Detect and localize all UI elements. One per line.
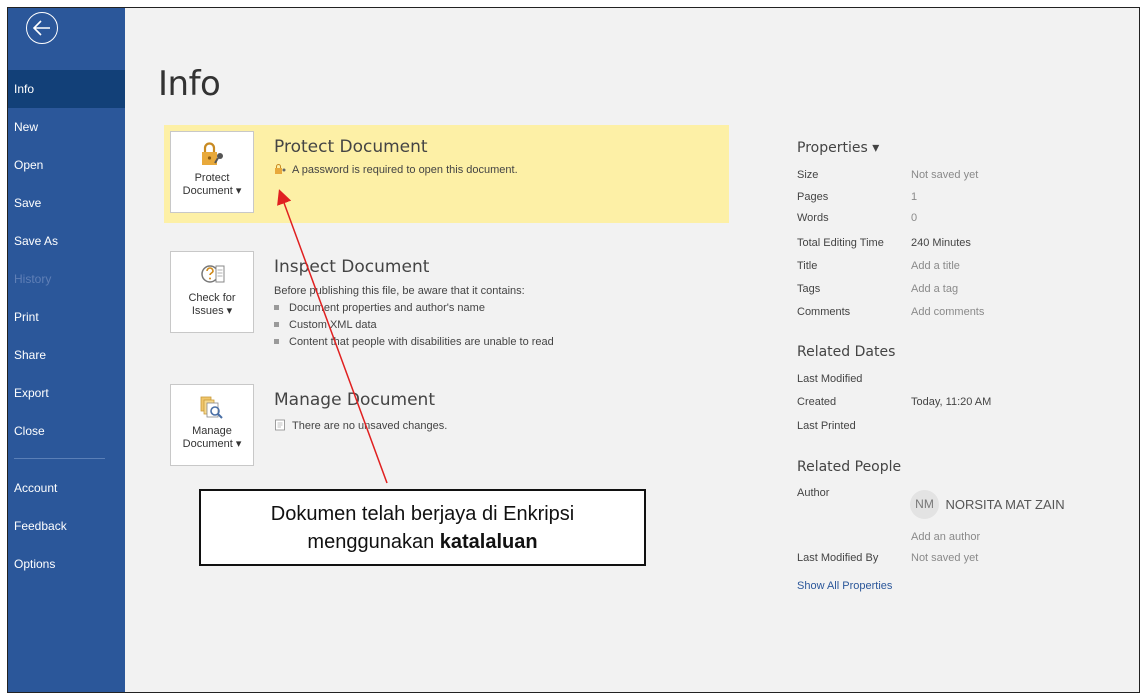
prop-key: Author [797, 487, 830, 499]
prop-value: Today, 11:20 AM [911, 396, 992, 408]
author-chip[interactable]: NM NORSITA MAT ZAIN [910, 490, 1065, 519]
callout-line-2: menggunakan katalaluan [201, 528, 644, 556]
nav-export[interactable]: Export [8, 374, 125, 412]
backstage-window: Info New Open Save Save As History Print… [7, 7, 1140, 693]
related-people-header: Related People [797, 459, 902, 475]
lock-key-icon [202, 142, 223, 165]
backstage-sidebar: Info New Open Save Save As History Print… [8, 8, 125, 692]
nav-open[interactable]: Open [8, 146, 125, 184]
prop-value: 240 Minutes [911, 237, 971, 249]
prop-key: Created [797, 396, 837, 408]
protect-button-label-1: Protect [194, 172, 230, 184]
nav-save[interactable]: Save [8, 184, 125, 222]
prop-key: Words [797, 212, 829, 224]
add-author-field[interactable]: Add an author [911, 531, 980, 543]
inspect-bullet: Document properties and author's name [274, 302, 485, 314]
avatar: NM [910, 490, 939, 519]
manage-document-button[interactable]: Manage Document ▾ [170, 384, 254, 466]
callout-line-1: Dokumen telah berjaya di Enkripsi [270, 503, 575, 525]
inspect-title: Inspect Document [274, 257, 430, 277]
show-all-properties-link[interactable]: Show All Properties [797, 580, 892, 592]
manage-button-label-2: Document ▾ [182, 438, 242, 450]
protect-button-label-2: Document ▾ [182, 185, 242, 197]
protect-document-button[interactable]: Protect Document ▾ [170, 131, 254, 213]
callout-line-2-prefix: menggunakan [307, 531, 440, 553]
protect-document-section: Protect Document ▾ Protect Document A pa… [164, 125, 729, 223]
manage-status-text: There are no unsaved changes. [292, 420, 448, 432]
callout-line-2-bold: katalaluan [439, 531, 538, 553]
inspect-bullet: Custom XML data [274, 319, 377, 331]
prop-key: Tags [797, 283, 821, 295]
nav-new[interactable]: New [8, 108, 125, 146]
back-button[interactable] [26, 12, 58, 44]
prop-key: Comments [797, 306, 851, 318]
nav-info[interactable]: Info [8, 70, 125, 108]
manage-button-label-1: Manage [192, 425, 232, 437]
nav-save-as[interactable]: Save As [8, 222, 125, 260]
lock-key-small-icon [275, 164, 286, 174]
prop-value: Not saved yet [911, 169, 979, 181]
back-arrow-icon [33, 20, 50, 36]
nav-history: History [14, 272, 52, 286]
manage-document-section: Manage Document ▾ Manage Document There … [164, 378, 729, 476]
nav-divider [14, 458, 105, 459]
inspect-button-label-2: Issues ▾ [191, 305, 233, 317]
inspect-document-icon [201, 265, 225, 283]
author-name: NORSITA MAT ZAIN [945, 497, 1065, 512]
nav-print[interactable]: Print [8, 298, 125, 336]
prop-value: 1 [911, 191, 918, 203]
backstage-nav: Info New Open Save Save As History Print… [8, 70, 125, 583]
inspect-bullet: Content that people with disabilities ar… [274, 336, 554, 348]
add-tag-field[interactable]: Add a tag [911, 283, 958, 295]
info-pane: Info Protect Document ▾ Protect Document [125, 8, 1139, 692]
prop-key: Title [797, 260, 818, 272]
nav-share[interactable]: Share [8, 336, 125, 374]
prop-value: 0 [911, 212, 918, 224]
prop-value: Not saved yet [911, 552, 979, 564]
protect-status-text: A password is required to open this docu… [292, 164, 518, 176]
manage-status: There are no unsaved changes. [274, 419, 447, 432]
prop-key: Last Modified By [797, 552, 879, 564]
inspect-document-section: Check for Issues ▾ Inspect Document Befo… [164, 245, 729, 348]
prop-key: Pages [797, 191, 829, 203]
inspect-description: Before publishing this file, be aware th… [274, 285, 525, 297]
manage-title: Manage Document [274, 390, 436, 410]
page-title: Info [158, 64, 221, 104]
prop-key: Last Printed [797, 420, 856, 432]
protect-status: A password is required to open this docu… [274, 163, 518, 176]
nav-account[interactable]: Account [8, 469, 125, 507]
nav-options[interactable]: Options [8, 545, 125, 583]
inspect-button-label-1: Check for [188, 292, 236, 304]
check-for-issues-button[interactable]: Check for Issues ▾ [170, 251, 254, 333]
properties-dropdown[interactable]: Properties ▾ [797, 140, 879, 156]
related-dates-header: Related Dates [797, 344, 896, 360]
protect-title: Protect Document [274, 137, 428, 157]
manage-document-icon [200, 396, 223, 419]
nav-close[interactable]: Close [8, 412, 125, 450]
prop-key: Total Editing Time [797, 237, 884, 249]
nav-feedback[interactable]: Feedback [8, 507, 125, 545]
document-status-icon [275, 419, 285, 431]
annotation-callout: Dokumen telah berjaya di Enkripsi menggu… [199, 489, 646, 566]
add-title-field[interactable]: Add a title [911, 260, 960, 272]
prop-key: Last Modified [797, 373, 863, 385]
add-comments-field[interactable]: Add comments [911, 306, 984, 318]
prop-key: Size [797, 169, 819, 181]
